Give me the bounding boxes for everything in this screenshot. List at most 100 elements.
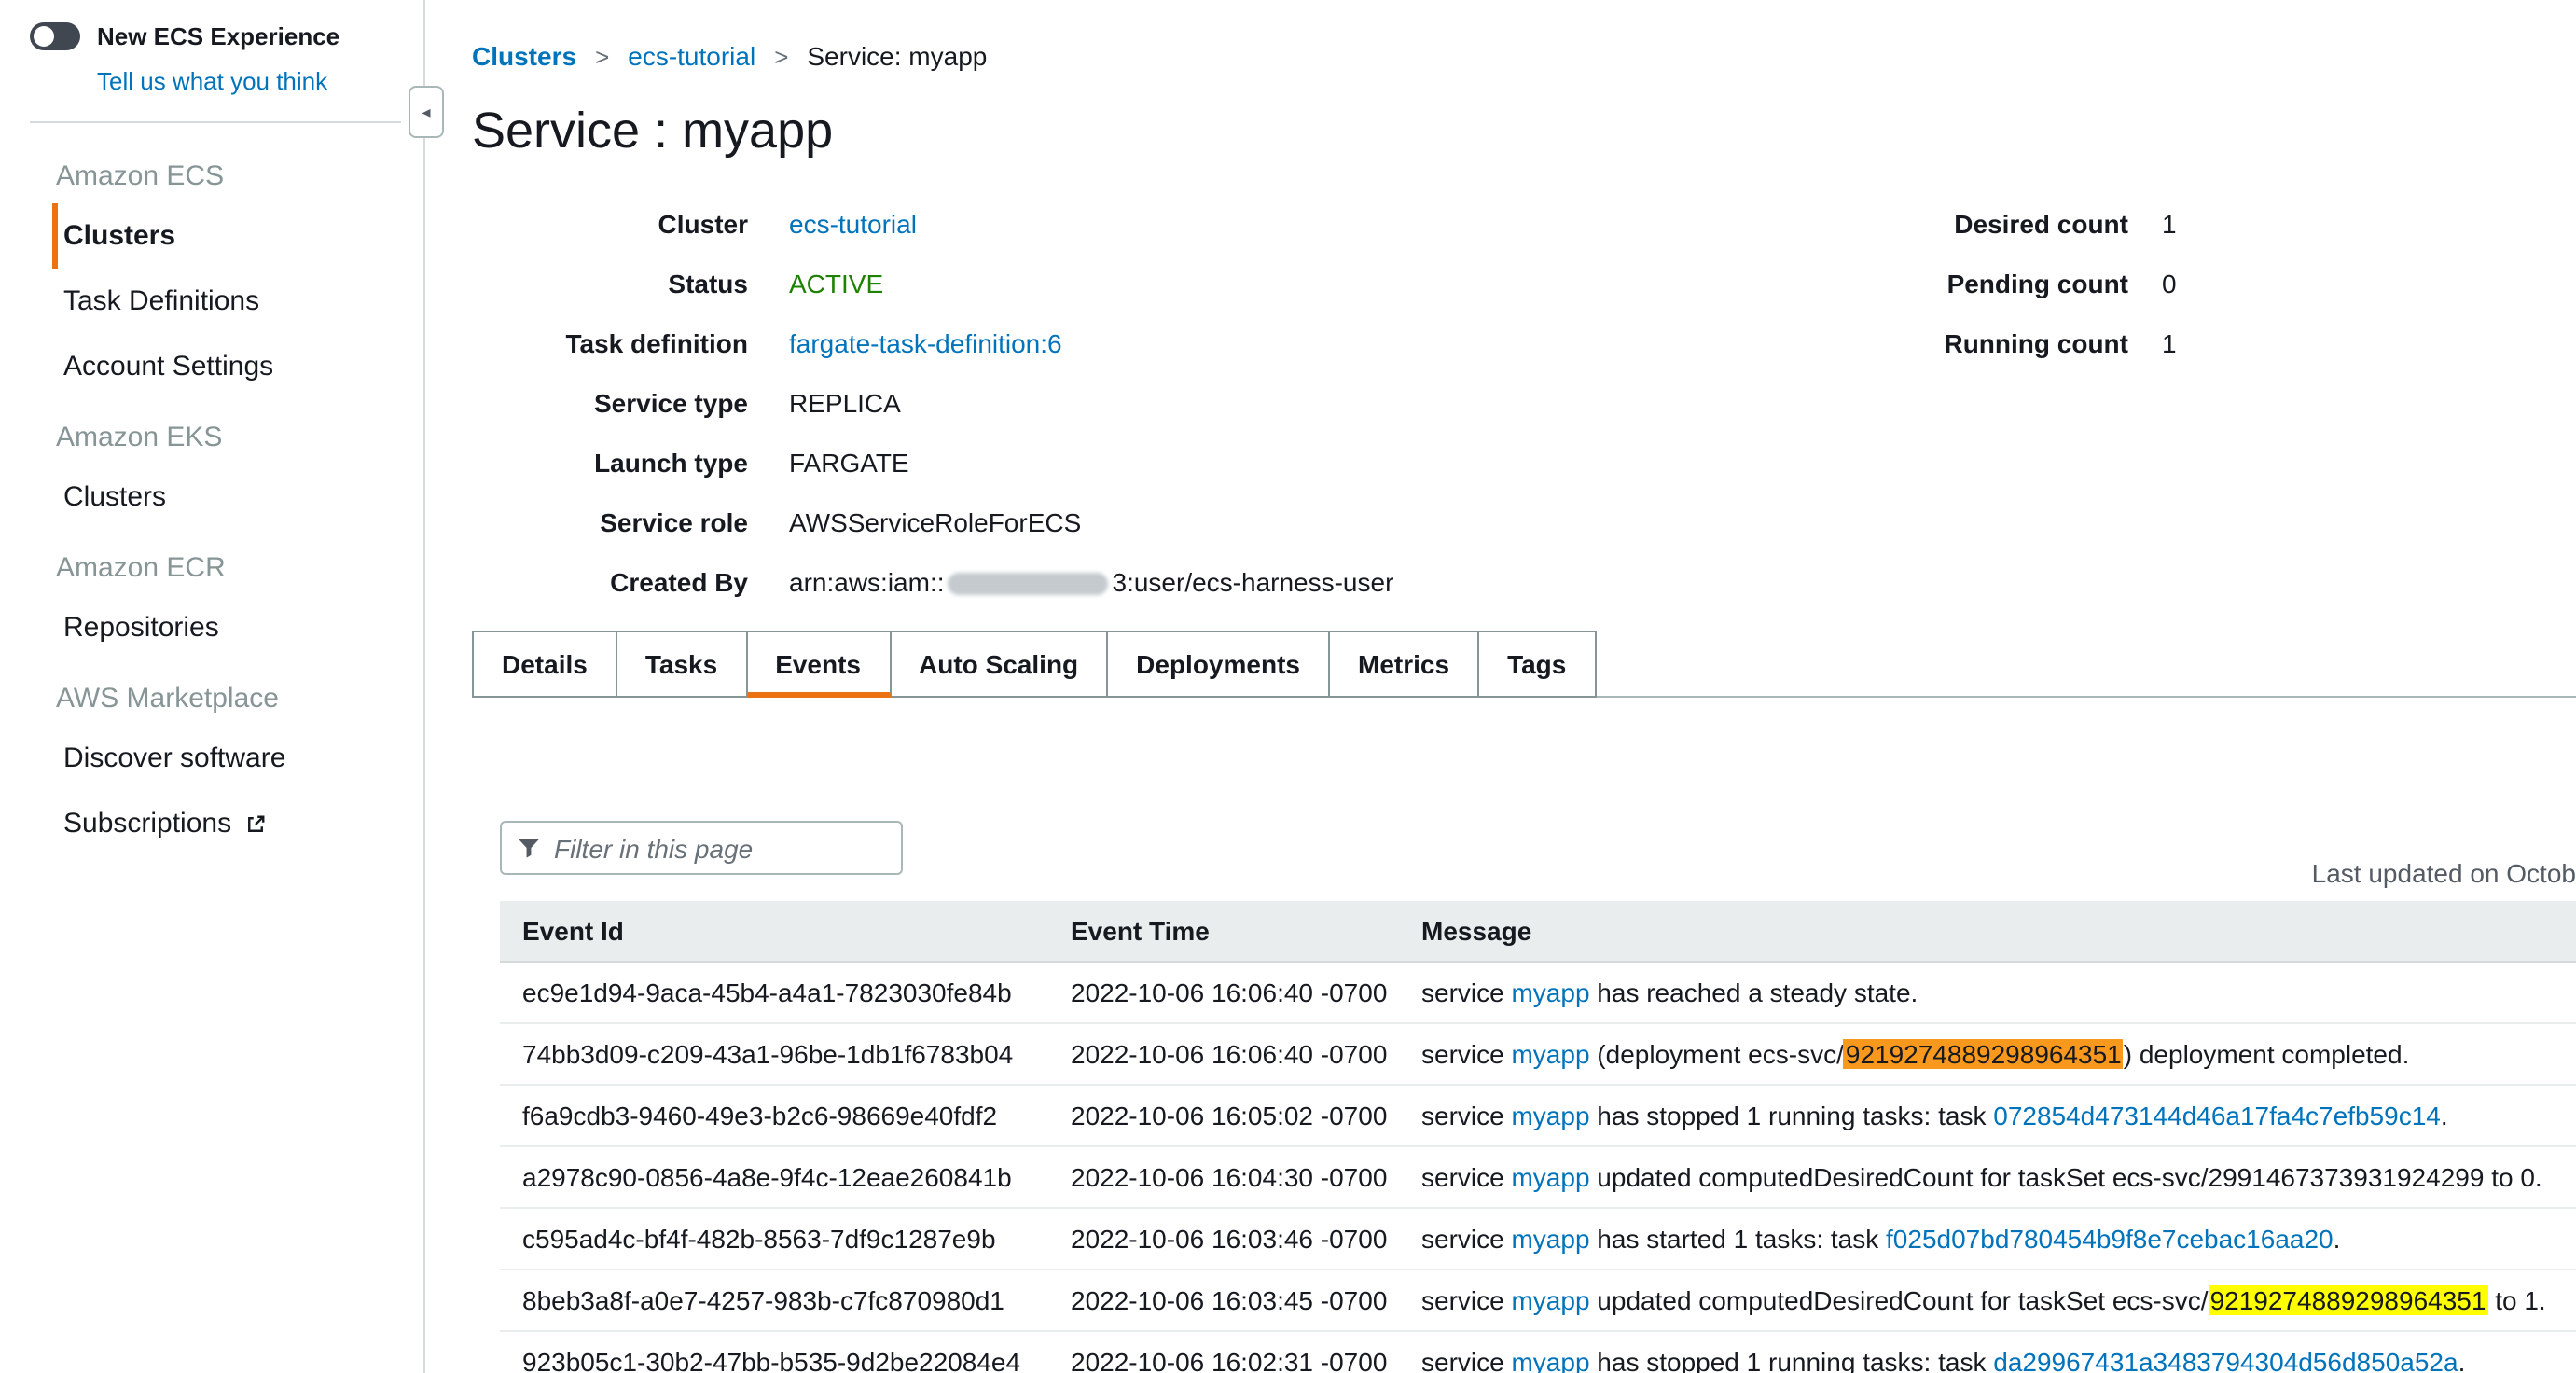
event-id-cell: f6a9cdb3-9460-49e3-b2c6-98669e40fdf2 (500, 1085, 1048, 1146)
sidebar-item-discover-software[interactable]: Discover software (63, 726, 423, 791)
breadcrumb-link-clusters[interactable]: Clusters (472, 41, 576, 71)
sidebar-section-amazon-eks: Amazon EKS (0, 399, 423, 465)
tab-auto-scaling[interactable]: Auto Scaling (891, 631, 1108, 698)
tab-metrics[interactable]: Metrics (1330, 631, 1479, 698)
feedback-link[interactable]: Tell us what you think (97, 67, 327, 95)
detail-label: Cluster (472, 205, 748, 243)
event-message-cell: service myapp has started 1 tasks: task … (1399, 1208, 2576, 1269)
detail-value-link[interactable]: ecs-tutorial (789, 209, 917, 239)
detail-value: FARGATE (789, 444, 909, 481)
event-time-cell: 2022-10-06 16:03:46 -0700 (1048, 1208, 1399, 1269)
events-table: Event IdEvent TimeMessage ec9e1d94-9aca-… (500, 901, 2576, 1373)
message-link[interactable]: myapp (1511, 1347, 1589, 1373)
breadcrumb: Clusters>ecs-tutorial>Service: myapp (472, 41, 2576, 71)
sidebar-item-label: Discover software (63, 742, 285, 774)
detail-value-link[interactable]: fargate-task-definition:6 (789, 328, 1062, 358)
service-details: Cluster ecs-tutorial Status ACTIVE Task defi… (472, 205, 2576, 601)
column-header-event-time[interactable]: Event Time (1048, 901, 1399, 962)
event-message-cell: service myapp has reached a steady state… (1399, 962, 2576, 1023)
column-header-message[interactable]: Message (1399, 901, 2576, 962)
tab-deployments[interactable]: Deployments (1108, 631, 1330, 698)
event-message-cell: service myapp has stopped 1 running task… (1399, 1085, 2576, 1146)
table-header-row: Event IdEvent TimeMessage (500, 901, 2576, 962)
last-updated-text: Last updated on Octob (2312, 858, 2576, 888)
sidebar-item-clusters[interactable]: Clusters (63, 465, 423, 530)
tab-bar: DetailsTasksEventsAuto ScalingDeployment… (472, 631, 2576, 698)
detail-label: Running count (1923, 325, 2128, 362)
sidebar-item-label: Clusters (63, 220, 175, 252)
sidebar-section-aws-marketplace: AWS Marketplace (0, 660, 423, 726)
event-time-cell: 2022-10-06 16:06:40 -0700 (1048, 1023, 1399, 1085)
message-link[interactable]: da29967431a3483794304d56d850a52a (1993, 1347, 2458, 1373)
sidebar-collapse-button[interactable]: ◂ (409, 86, 444, 138)
redacted-account-id (949, 574, 1109, 596)
sidebar-section-amazon-ecr: Amazon ECR (0, 530, 423, 595)
detail-row-service-type: Service type REPLICA (472, 384, 2576, 422)
message-link[interactable]: myapp (1511, 1101, 1589, 1130)
sidebar-nav: Amazon ECS Clusters Task Definitions Accoun… (0, 123, 423, 856)
event-id-cell: 8beb3a8f-a0e7-4257-983b-c7fc870980d1 (500, 1269, 1048, 1331)
breadcrumb-link-ecs-tutorial[interactable]: ecs-tutorial (628, 41, 755, 71)
detail-label: Status (472, 265, 748, 302)
new-experience-row: New ECS Experience (30, 22, 401, 50)
table-row: f6a9cdb3-9460-49e3-b2c6-98669e40fdf22022… (500, 1085, 2576, 1146)
detail-label: Service role (472, 504, 748, 541)
status-active-badge: ACTIVE (789, 269, 883, 298)
message-link[interactable]: 072854d473144d46a17fa4c7efb59c14 (1993, 1101, 2441, 1130)
tab-events[interactable]: Events (747, 631, 891, 698)
message-link[interactable]: f025d07bd780454b9f8e7cebac16aa20 (1886, 1224, 2334, 1254)
message-link[interactable]: myapp (1511, 1039, 1589, 1069)
event-id-cell: c595ad4c-bf4f-482b-8563-7df9c1287e9b (500, 1208, 1048, 1269)
sidebar-item-subscriptions[interactable]: Subscriptions (63, 791, 423, 856)
details-right: Desired count 1 Pending count0 Running coun… (1923, 205, 2177, 384)
detail-value: AWSServiceRoleForECS (789, 504, 1081, 541)
event-time-cell: 2022-10-06 16:02:31 -0700 (1048, 1331, 1399, 1373)
tab-tags[interactable]: Tags (1479, 631, 1596, 698)
sidebar-item-label: Clusters (63, 481, 166, 513)
message-link[interactable]: myapp (1511, 1285, 1589, 1315)
event-message-cell: service myapp updated computedDesiredCou… (1399, 1269, 2576, 1331)
breadcrumb-separator: > (774, 42, 788, 70)
message-link[interactable]: myapp (1511, 1162, 1589, 1192)
detail-label: Task definition (472, 325, 748, 362)
detail-value: REPLICA (789, 384, 901, 422)
event-id-cell: ec9e1d94-9aca-45b4-a4a1-7823030fe84b (500, 962, 1048, 1023)
table-row: ec9e1d94-9aca-45b4-a4a1-7823030fe84b2022… (500, 962, 2576, 1023)
table-row: 8beb3a8f-a0e7-4257-983b-c7fc870980d12022… (500, 1269, 2576, 1331)
detail-label: Service type (472, 384, 748, 422)
sidebar-item-account-settings[interactable]: Account Settings (63, 334, 423, 399)
detail-value: ecs-tutorial (789, 205, 917, 243)
detail-row-service-role: Service role AWSServiceRoleForECS (472, 504, 2576, 541)
detail-label: Desired count (1923, 205, 2128, 243)
new-experience-label: New ECS Experience (97, 22, 339, 50)
tab-details[interactable]: Details (472, 631, 617, 698)
detail-label: Launch type (472, 444, 748, 481)
column-header-event-id[interactable]: Event Id (500, 901, 1048, 962)
event-id-cell: a2978c90-0856-4a8e-9f4c-12eae260841b (500, 1146, 1048, 1208)
detail-row-task-definition: Task definition fargate-task-definition:6 (472, 325, 2576, 362)
app-root: New ECS Experience Tell us what you thin… (0, 0, 2576, 1373)
sidebar-item-clusters[interactable]: Clusters (52, 203, 423, 269)
message-link[interactable]: myapp (1511, 978, 1589, 1007)
sidebar-item-repositories[interactable]: Repositories (63, 595, 423, 660)
event-id-cell: 74bb3d09-c209-43a1-96be-1db1f6783b04 (500, 1023, 1048, 1085)
filter-input[interactable] (500, 821, 903, 875)
detail-row-launch-type: Launch type FARGATE (472, 444, 2576, 481)
table-row: c595ad4c-bf4f-482b-8563-7df9c1287e9b2022… (500, 1208, 2576, 1269)
message-link[interactable]: myapp (1511, 1224, 1589, 1254)
tab-tasks[interactable]: Tasks (617, 631, 747, 698)
sidebar-section-amazon-ecs: Amazon ECS (0, 138, 423, 203)
detail-row-pending-count: Pending count0 (1923, 265, 2177, 302)
event-message-cell: service myapp (deployment ecs-svc/921927… (1399, 1023, 2576, 1085)
sidebar-item-task-definitions[interactable]: Task Definitions (63, 269, 423, 334)
breadcrumb-current: Service: myapp (807, 41, 987, 71)
external-link-icon (244, 812, 267, 835)
toggle-knob-icon (34, 26, 54, 47)
event-message-cell: service myapp updated computedDesiredCou… (1399, 1146, 2576, 1208)
sidebar-item-label: Task Definitions (63, 285, 259, 317)
detail-label: Created By (472, 563, 748, 601)
detail-row-created-by: Created Byarn:aws:iam::3:user/ecs-harnes… (472, 563, 2576, 601)
detail-value: 0 (2162, 265, 2177, 302)
detail-value: 1 (2162, 325, 2177, 362)
new-experience-toggle[interactable] (30, 22, 80, 50)
